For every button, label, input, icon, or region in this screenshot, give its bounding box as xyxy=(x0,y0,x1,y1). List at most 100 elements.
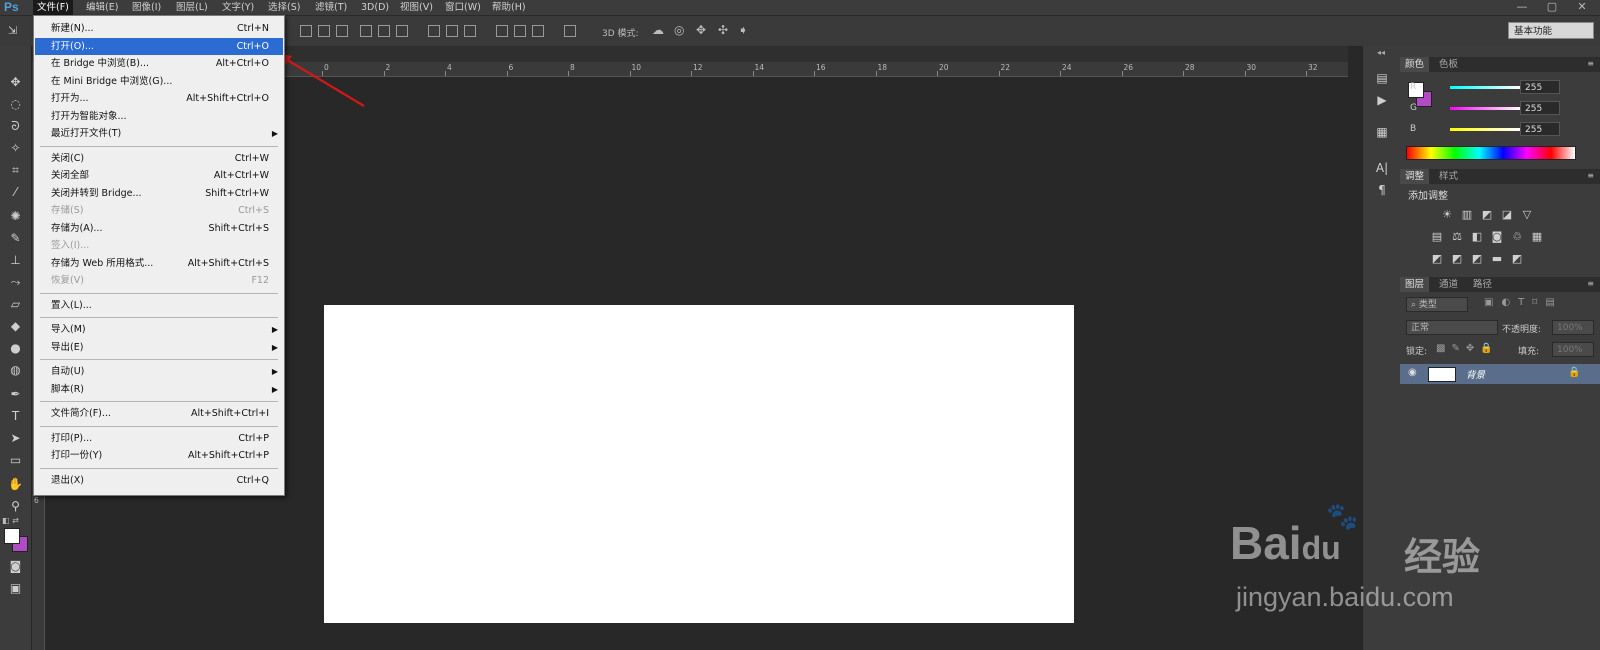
menu-item[interactable]: 打开为... Alt+Shift+Ctrl+O xyxy=(35,90,283,107)
channel-b-slider[interactable] xyxy=(1450,128,1520,131)
menu-item[interactable]: 导出(E) ▶ xyxy=(35,339,283,356)
menu-item[interactable]: 关闭(C) Ctrl+W xyxy=(35,150,283,167)
auto-align-icon[interactable] xyxy=(564,25,576,37)
distribute-hcenter-icon[interactable] xyxy=(514,25,526,37)
crop-tool-icon[interactable]: ⌗ xyxy=(6,162,25,179)
actions-panel-icon[interactable]: ▶ xyxy=(1373,92,1391,108)
move-tool-icon[interactable]: ✥ xyxy=(6,74,25,91)
fill-field[interactable]: 100% xyxy=(1552,342,1594,357)
paint-bucket-icon[interactable]: ◆ xyxy=(6,318,25,335)
clone-stamp-icon[interactable]: ⊥ xyxy=(6,252,25,269)
align-top-icon[interactable] xyxy=(300,25,312,37)
lock-icons[interactable]: ▩✎✥🔒 xyxy=(1436,343,1499,354)
marquee-tool-icon[interactable]: ◌ xyxy=(6,96,25,113)
paragraph-panel-icon[interactable]: ¶ xyxy=(1373,182,1391,198)
menu-help[interactable]: 帮助(H) xyxy=(488,0,530,15)
menu-item[interactable]: 关闭全部 Alt+Ctrl+W xyxy=(35,167,283,184)
maximize-button[interactable]: ▢ xyxy=(1542,0,1562,14)
menu-type[interactable]: 文字(Y) xyxy=(218,0,258,15)
layer-filter-icons[interactable]: ▣◐T⌑▤ xyxy=(1484,297,1563,308)
black-white-icon[interactable]: ◧ xyxy=(1470,231,1484,243)
menu-filter[interactable]: 滤镜(T) xyxy=(311,0,351,15)
menu-item[interactable]: 存储为 Web 所用格式... Alt+Shift+Ctrl+S xyxy=(35,255,283,272)
tab-styles[interactable]: 样式 xyxy=(1434,169,1463,184)
menu-3d[interactable]: 3D(D) xyxy=(357,0,393,15)
channel-b-value[interactable]: 255 xyxy=(1520,122,1560,136)
3d-drag-icon[interactable]: ✥ xyxy=(696,23,706,37)
move-tool-icon[interactable]: ⇲ xyxy=(8,24,17,37)
opacity-field[interactable]: 100% xyxy=(1552,320,1594,335)
menu-item[interactable]: 脚本(R) ▶ xyxy=(35,381,283,398)
hand-tool-icon[interactable]: ✋ xyxy=(6,476,25,493)
brush-tool-icon[interactable]: ✎ xyxy=(6,230,25,247)
blur-tool-icon[interactable]: ● xyxy=(6,340,25,357)
photo-filter-icon[interactable]: ◙ xyxy=(1490,231,1504,243)
align-hcenter-icon[interactable] xyxy=(378,25,390,37)
shape-tool-icon[interactable]: ▭ xyxy=(6,452,25,469)
channel-mixer-icon[interactable]: ♲ xyxy=(1510,231,1524,243)
menu-item[interactable]: 退出(X) Ctrl+Q xyxy=(35,472,283,489)
screen-mode-icon[interactable]: ▣ xyxy=(6,580,25,597)
color-balance-icon[interactable]: ⚖ xyxy=(1450,231,1464,243)
menu-item[interactable]: 最近打开文件(T) ▶ xyxy=(35,125,283,142)
selective-color-icon[interactable]: ◩ xyxy=(1510,253,1524,265)
history-brush-icon[interactable]: ⤳ xyxy=(6,274,25,291)
menu-layer[interactable]: 图层(L) xyxy=(172,0,212,15)
menu-view[interactable]: 视图(V) xyxy=(396,0,437,15)
close-window-button[interactable]: ✕ xyxy=(1572,0,1592,14)
menu-item[interactable]: 打印(P)... Ctrl+P xyxy=(35,430,283,447)
hue-saturation-icon[interactable]: ▤ xyxy=(1430,231,1444,243)
distribute-right-icon[interactable] xyxy=(532,25,544,37)
blend-mode-select[interactable]: 正常 xyxy=(1406,320,1498,335)
history-panel-icon[interactable]: ▤ xyxy=(1373,70,1391,86)
default-colors-icon[interactable]: ◧ ⇄ xyxy=(2,516,19,525)
panel-menu-icon[interactable]: ≡ xyxy=(1587,279,1594,288)
menu-item[interactable]: 关闭并转到 Bridge... Shift+Ctrl+W xyxy=(35,185,283,202)
menu-item[interactable]: 新建(N)... Ctrl+N xyxy=(35,20,283,37)
channel-g-value[interactable]: 255 xyxy=(1520,101,1560,115)
distribute-left-icon[interactable] xyxy=(496,25,508,37)
threshold-icon[interactable]: ◩ xyxy=(1470,253,1484,265)
align-bottom-icon[interactable] xyxy=(336,25,348,37)
menu-item[interactable]: 打印一份(Y) Alt+Shift+Ctrl+P xyxy=(35,447,283,464)
layer-filter-select[interactable]: ⌕ 类型 xyxy=(1406,297,1468,312)
lasso-tool-icon[interactable]: ᘐ xyxy=(6,118,25,135)
layer-row[interactable]: ◉ 背景 🔒 xyxy=(1400,364,1600,384)
posterize-icon[interactable]: ◩ xyxy=(1450,253,1464,265)
pen-tool-icon[interactable]: ✒ xyxy=(6,386,25,403)
exposure-icon[interactable]: ◪ xyxy=(1500,209,1514,221)
vibrance-icon[interactable]: ▽ xyxy=(1520,209,1534,221)
3d-rotate-icon[interactable]: ☁ xyxy=(652,23,664,37)
3d-scale-icon[interactable]: ➧ xyxy=(738,23,748,37)
document-canvas[interactable] xyxy=(324,305,1074,623)
levels-icon[interactable]: ▥ xyxy=(1460,209,1474,221)
workspace-select[interactable]: 基本功能 xyxy=(1508,22,1594,39)
minimize-button[interactable]: — xyxy=(1512,0,1532,14)
menu-file[interactable]: 文件(F) xyxy=(33,0,73,15)
type-tool-icon[interactable]: T xyxy=(6,408,25,425)
channel-r-slider[interactable] xyxy=(1450,86,1520,89)
eraser-tool-icon[interactable]: ▱ xyxy=(6,296,25,313)
layer-name[interactable]: 背景 xyxy=(1466,367,1485,381)
tab-swatches[interactable]: 色板 xyxy=(1434,57,1463,72)
menu-item[interactable]: 在 Mini Bridge 中浏览(G)... xyxy=(35,73,283,90)
menu-select[interactable]: 选择(S) xyxy=(264,0,304,15)
menu-item[interactable]: 打开为智能对象... xyxy=(35,108,283,125)
align-right-icon[interactable] xyxy=(396,25,408,37)
tab-color[interactable]: 颜色 xyxy=(1400,57,1430,72)
menu-item[interactable]: 存储为(A)... Shift+Ctrl+S xyxy=(35,220,283,237)
curves-icon[interactable]: ◩ xyxy=(1480,209,1494,221)
3d-slide-icon[interactable]: ✣ xyxy=(718,23,728,37)
tab-channels[interactable]: 通道 xyxy=(1434,277,1463,292)
menu-item[interactable]: 置入(L)... xyxy=(35,297,283,314)
tab-paths[interactable]: 路径 xyxy=(1468,277,1497,292)
3d-roll-icon[interactable]: ◎ xyxy=(674,23,684,37)
properties-panel-icon[interactable]: ▦ xyxy=(1373,124,1391,140)
panel-menu-icon[interactable]: ≡ xyxy=(1587,171,1594,180)
menu-edit[interactable]: 编辑(E) xyxy=(82,0,122,15)
visibility-eye-icon[interactable]: ◉ xyxy=(1408,367,1417,378)
eyedropper-icon[interactable]: ⁄ xyxy=(6,184,25,201)
align-vcenter-icon[interactable] xyxy=(318,25,330,37)
healing-brush-icon[interactable]: ✺ xyxy=(6,208,25,225)
menu-item[interactable]: 导入(M) ▶ xyxy=(35,321,283,338)
